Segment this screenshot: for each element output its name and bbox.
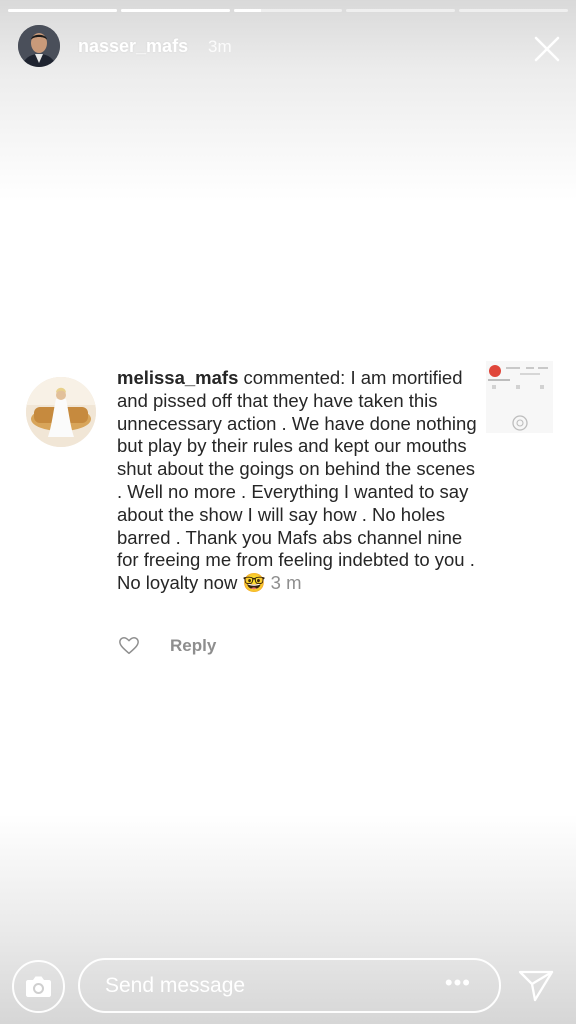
comment-actions: Reply — [118, 633, 318, 659]
story-progress — [8, 9, 568, 12]
progress-segment — [459, 9, 568, 12]
close-button[interactable] — [528, 30, 566, 68]
comment-body: melissa_mafs commented: I am mortified a… — [117, 367, 477, 595]
nerd-emoji: 🤓 — [242, 572, 266, 594]
camera-icon — [26, 976, 51, 997]
commenter-avatar — [26, 377, 96, 447]
send-icon — [518, 970, 554, 1002]
send-button[interactable] — [516, 966, 556, 1004]
send-message-field[interactable]: Send message ••• — [78, 958, 501, 1013]
comment-timestamp: 3 m — [270, 572, 302, 594]
progress-segment — [120, 9, 230, 12]
heart-icon — [119, 637, 139, 655]
story-username[interactable]: nasser_mafs — [78, 36, 188, 57]
story-header: nasser_mafs 3m — [0, 22, 576, 74]
progress-segment — [233, 9, 343, 12]
close-icon — [534, 36, 560, 62]
message-placeholder: Send message — [105, 974, 246, 997]
comment-text: commented: I am mortified and pissed off… — [117, 367, 477, 594]
story-timestamp: 3m — [208, 37, 232, 56]
progress-segment — [346, 9, 456, 12]
more-options-button[interactable]: ••• — [445, 970, 471, 996]
like-button[interactable] — [118, 635, 140, 657]
progress-segment — [8, 9, 117, 12]
profile-avatar[interactable] — [18, 25, 60, 67]
reply-button[interactable]: Reply — [170, 636, 216, 656]
commenter-username[interactable]: melissa_mafs — [117, 367, 238, 388]
camera-button[interactable] — [12, 960, 65, 1013]
post-thumbnail[interactable] — [486, 361, 553, 433]
